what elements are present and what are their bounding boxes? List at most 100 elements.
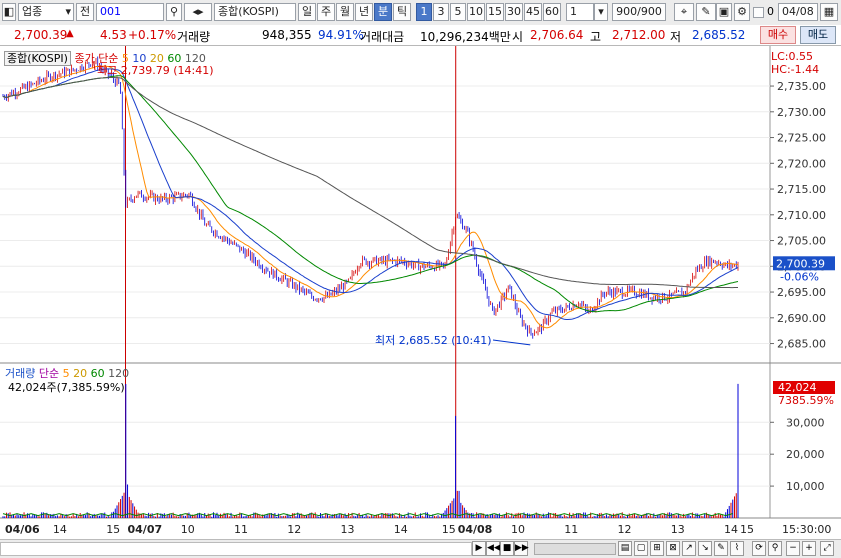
price-tick-label: 2,715.00 [777,183,826,196]
open-label: 시 [512,30,524,44]
x-tick-label: 15 [442,523,456,536]
trend-icon[interactable]: ↗ [682,541,696,556]
current-price-tag-text: 2,700.39 [776,257,825,270]
open-value: 2,706.64 [530,28,584,42]
code-input[interactable]: 001 [96,3,164,21]
speed-slider[interactable] [534,543,616,555]
price-change-pct: +0.17% [128,28,177,42]
price-tick-label: 2,710.00 [777,209,826,222]
chart-area[interactable]: 2,735.00 2,730.00 2,725.00 2,720.00 2,715.00… [0,46,841,539]
legend-item[interactable]: 120 [181,52,206,65]
x-tick-label: 14 [724,523,738,536]
market-select[interactable]: 업종 ▾ [18,3,74,21]
x-tick-label: 04/08 [458,523,493,536]
play-icon[interactable]: ▶ [472,541,486,556]
legend-title[interactable]: 종합(KOSPI) [4,51,71,66]
save-icon[interactable]: ▣ [716,3,732,21]
legend-item[interactable]: 종가 단순 [74,52,118,65]
chart-type-icon[interactable]: ⌇ [730,541,744,556]
price-tick-label: 2,705.00 [777,235,826,248]
stop-icon[interactable]: ■ [500,541,514,556]
x-tick-label: 15 [740,523,754,536]
lock-icon[interactable]: ⊠ [666,541,680,556]
zoom-in-icon[interactable]: + [802,541,816,556]
volume-tag-text: 42,024 [778,381,817,394]
zoom-out-icon[interactable]: − [786,541,800,556]
grid-icon[interactable]: ⊞ [650,541,664,556]
rewind-icon[interactable]: ◀◀ [486,541,501,556]
low-value: 2,685.52 [692,28,746,42]
zoom-reset-icon[interactable]: ⟳ [752,541,766,556]
price-tick-label: 2,725.00 [777,132,826,145]
volume-tick-label: 10,000 [786,480,825,493]
minute-tab[interactable]: 5 [450,3,466,21]
compare-date[interactable]: 04/08 [778,3,818,21]
volume-current-line: 42,024주(7,385.59%) [8,381,125,394]
bottom-bar: ▶ ◀◀ ■ ▶▶ ▤ ▢ ⊞ ⊠ ↗ ↘ ✎ ⌇ ⟳ ⚲ − + ⤢ [0,539,841,558]
price-change: 4.53 [100,28,127,42]
legend-item[interactable]: 10 [129,52,146,65]
window-icon[interactable]: ▢ [634,541,648,556]
period-tab[interactable]: 월 [336,3,354,21]
legend-item[interactable]: 5 [118,52,129,65]
minute-tab[interactable]: 10 [467,3,485,21]
legend-item[interactable]: 60 [164,52,181,65]
fast-forward-icon[interactable]: ▶▶ [514,541,529,556]
high-value: 2,712.00 [612,28,666,42]
layout-icon[interactable]: ◧ [2,3,16,21]
x-tick-label: 10 [181,523,195,536]
lc-hc-readout: LC:0.55 HC:-1.44 [771,50,819,76]
x-tick-label: 12 [618,523,632,536]
x-tick-label: 12 [287,523,301,536]
legend-item[interactable]: 20 [146,52,164,65]
draw-tool-icon[interactable]: ✎ [696,3,716,21]
high-label: 고 [590,30,602,44]
period-tab[interactable]: 주 [317,3,335,21]
count-field[interactable]: 900/900 [612,3,666,21]
minute-tab[interactable]: 60 [543,3,561,21]
minute-tab[interactable]: 15 [486,3,504,21]
trend-down-icon[interactable]: ↘ [698,541,712,556]
amount-label: 거래대금 [360,30,405,44]
up-arrow-icon: ▲ [66,28,74,39]
period-tab[interactable]: 일 [298,3,316,21]
sell-button[interactable]: 매도 [800,26,836,44]
search-icon[interactable]: ⚲ [768,541,782,556]
compare-checkbox[interactable] [753,7,764,18]
search-icon[interactable]: ⚲ [166,3,182,21]
quote-bar: 2,700.39 ▲ 4.53 +0.17% 거래량 948,355 94.91… [0,25,841,46]
expand-icon[interactable]: ⤢ [820,541,834,556]
price-tick-label: 2,730.00 [777,106,826,119]
minute-tab[interactable]: 30 [505,3,523,21]
x-tick-label: 04/06 [5,523,40,536]
calendar-icon[interactable]: ▦ [820,3,838,21]
x-tick-label: 14 [53,523,67,536]
min-annotation: 최저 2,685.52 (10:41) [375,334,492,347]
crosshair-icon[interactable]: ⌖ [674,3,694,21]
x-tick-label: 11 [234,523,248,536]
amount-value: 10,296,234백만 [420,30,511,44]
period-tab[interactable]: 년 [355,3,373,21]
interval-select[interactable]: 1 [566,3,594,21]
x-tick-label: 15:30:00 [782,523,831,536]
volume-tick-label: 30,000 [786,416,825,429]
x-tick-label: 13 [341,523,355,536]
period-tab[interactable]: 틱 [393,3,411,21]
x-tick-label: 15 [106,523,120,536]
scroll-track[interactable] [0,542,472,556]
volume-tick-label: 20,000 [786,448,825,461]
minute-tab[interactable]: 3 [433,3,449,21]
layout-icon[interactable]: ▤ [618,541,632,556]
prefix-button[interactable]: 전 [76,3,94,21]
period-tab[interactable]: 분 [374,3,392,21]
interval-value: 1 [570,5,577,18]
speaker-icon[interactable]: ◂▸ [184,3,212,21]
minute-tab[interactable]: 1 [416,3,432,21]
current-pct-text: -0.06% [780,270,819,283]
minute-tab[interactable]: 45 [524,3,542,21]
buy-button[interactable]: 매수 [760,26,796,44]
chevron-down-icon[interactable]: ▾ [594,3,608,21]
price-tick-label: 2,695.00 [777,286,826,299]
pen-icon[interactable]: ✎ [714,541,728,556]
gear-icon[interactable]: ⚙ [734,3,750,21]
